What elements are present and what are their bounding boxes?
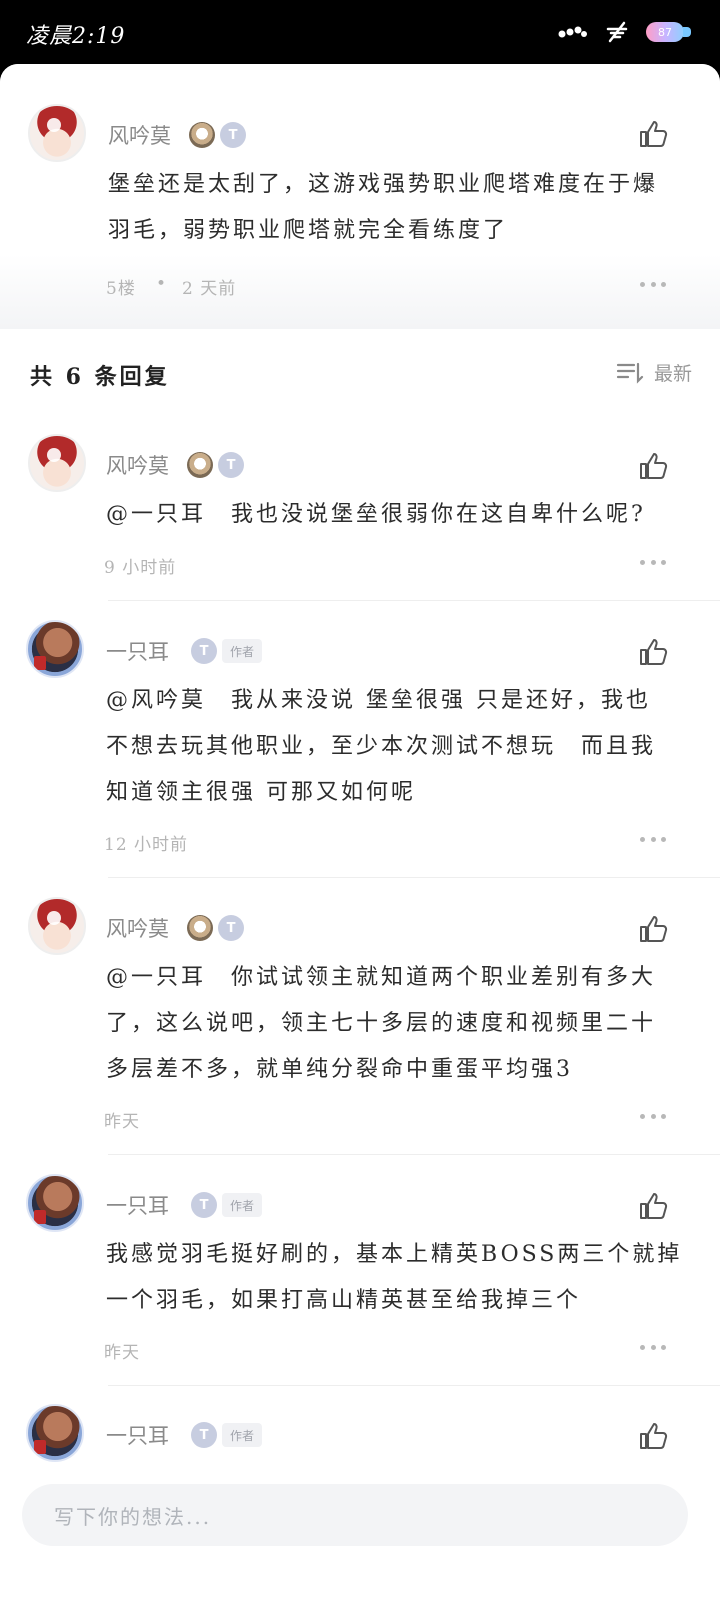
emblem-badge-icon [187,915,213,941]
emblem-badge-icon [187,452,213,478]
author-tag: 作者 [222,1423,263,1447]
level-badge: T [191,638,217,664]
thumbs-up-icon[interactable] [637,450,669,482]
reply-text-line: 我感觉羽毛挺好刷的，基本上精英BOSS两三个就掉 [106,1242,683,1267]
level-badge: T [191,1422,217,1448]
reply-time: 12 小时前 [104,835,189,855]
username[interactable]: 一只耳 [106,1190,169,1220]
meta-separator: • [156,274,168,294]
comment-text-line-2: 羽毛，弱势职业爬塔就完全看练度了 [108,218,509,243]
battery-indicator: 87 [646,22,691,42]
reply-text-line: 知道领主很强 可那又如何呢 [106,780,416,805]
sort-button[interactable]: 最新 [616,359,692,386]
divider [108,1154,720,1155]
sort-lines-icon [616,362,644,384]
more-dots-icon[interactable] [640,560,666,568]
avatar[interactable] [26,1174,84,1232]
emblem-badge-icon [189,122,215,148]
reply-text-line: @一只耳 我也没说堡垒很弱你在这自卑什么呢? [106,502,646,527]
avatar[interactable] [28,897,86,955]
reply-time: 昨天 [104,1112,140,1132]
more-dots-icon[interactable] [640,1345,666,1353]
comment-input[interactable]: 写下你的想法... [22,1484,688,1546]
thumbs-up-icon[interactable] [637,1190,669,1222]
comment-sheet: 风吟莫 T 堡垒还是太刮了，这游戏强势职业爬塔难度在于爆 羽毛，弱势职业爬塔就完… [0,64,720,1600]
reply-text-line: 了，这么说吧，领主七十多层的速度和视频里二十 [106,1011,657,1036]
avatar[interactable] [28,104,86,162]
thumbs-up-icon[interactable] [637,913,669,945]
reply-text-line: @一只耳 你试试领主就知道两个职业差别有多大 [106,965,657,990]
comment-input-area: 写下你的想法... [0,1462,720,1600]
author-tag: 作者 [222,1193,263,1217]
thumbs-up-icon[interactable] [637,636,669,668]
reply-time: 昨天 [104,1343,140,1363]
more-dots-icon[interactable] [640,282,666,290]
divider [108,877,720,878]
level-badge: T [218,915,244,941]
thumbs-up-icon[interactable] [637,118,669,150]
status-time: 凌晨2:19 [26,24,126,49]
comment-time: 2 天前 [182,279,237,299]
reply-text-line: 一个羽毛，如果打高山精英甚至给我掉三个 [106,1288,582,1313]
divider [108,1385,720,1386]
avatar[interactable] [26,1404,84,1462]
signal-dots-icon [558,26,587,38]
username[interactable]: 风吟莫 [108,120,171,150]
level-badge: T [191,1192,217,1218]
floor-number: 5楼 [106,279,136,299]
username[interactable]: 一只耳 [106,1420,169,1450]
more-dots-icon[interactable] [640,1114,666,1122]
replies-count: 共 6 条回复 [30,364,170,390]
thumbs-up-icon[interactable] [637,1420,669,1452]
level-badge: T [218,452,244,478]
reply-text-line: 不想去玩其他职业，至少本次测试不想玩 而且我 [106,734,657,759]
battery-level: 87 [658,25,672,39]
username[interactable]: 风吟莫 [106,913,169,943]
sort-label: 最新 [653,363,692,385]
comment-text-line-1: 堡垒还是太刮了，这游戏强势职业爬塔难度在于爆 [108,172,659,197]
more-dots-icon[interactable] [640,837,666,845]
comment-input-placeholder: 写下你的想法... [54,1504,212,1529]
username[interactable]: 一只耳 [106,636,169,666]
status-icons: 87 [558,18,691,46]
level-badge: T [220,122,246,148]
avatar[interactable] [28,434,86,492]
main-comment: 风吟莫 T 堡垒还是太刮了，这游戏强势职业爬塔难度在于爆 羽毛，弱势职业爬塔就完… [0,64,720,329]
replies-header: 共 6 条回复 最新 [0,329,720,409]
reply-text-line: @风吟莫 我从来没说 堡垒很强 只是还好，我也 [106,688,651,713]
reply-time: 9 小时前 [104,558,177,578]
reply-text-line: 多层差不多，就单纯分裂命中重蛋平均强3 [106,1057,573,1082]
divider [108,600,720,601]
username[interactable]: 风吟莫 [106,450,169,480]
avatar[interactable] [26,620,84,678]
author-tag: 作者 [222,639,263,663]
wifi-icon [606,21,628,43]
status-bar: 凌晨2:19 87 [0,0,720,64]
